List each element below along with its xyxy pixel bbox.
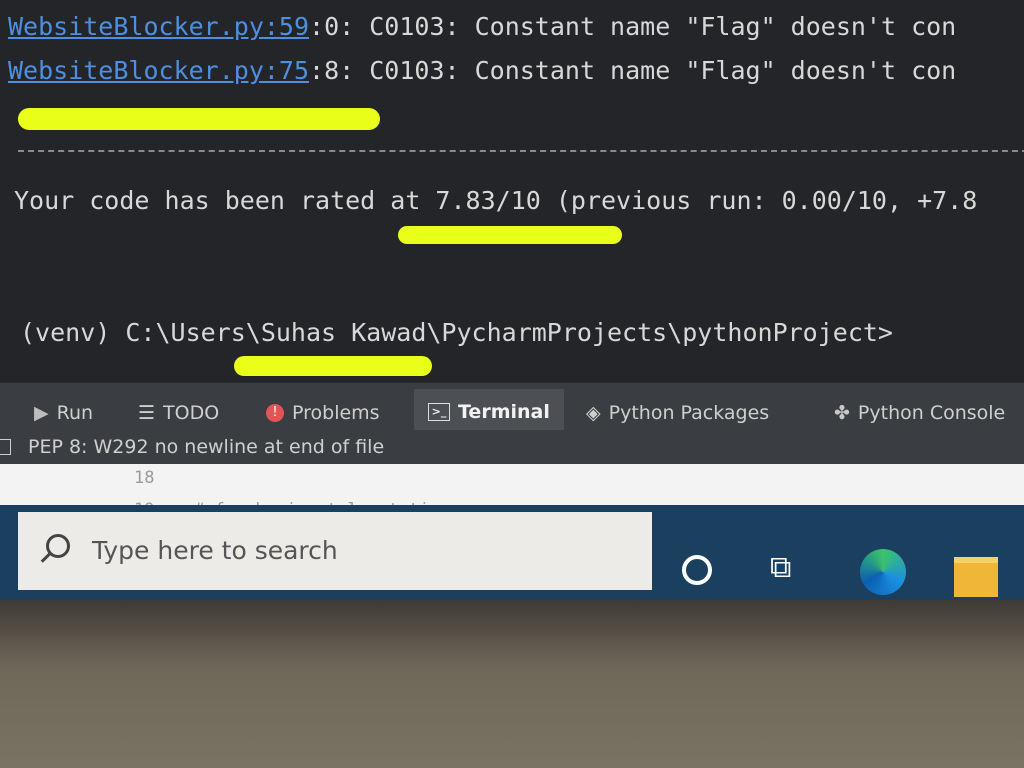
rating-line: Your code has been rated at 7.83/10 (pre… <box>14 186 978 215</box>
status-message: PEP 8: W292 no newline at end of file <box>28 436 385 458</box>
terminal-line-1: WebsiteBlocker.py:59:0: C0103: Constant … <box>8 12 956 41</box>
tab-run[interactable]: ▶ Run <box>34 395 93 431</box>
tab-problems-label: Problems <box>292 402 380 424</box>
highlight-mark-2 <box>398 226 622 244</box>
terminal-message-1: :0: C0103: Constant name "Flag" doesn't … <box>309 12 957 41</box>
tab-terminal-label: Terminal <box>458 401 550 423</box>
terminal-panel[interactable]: WebsiteBlocker.py:59:0: C0103: Constant … <box>0 0 1024 382</box>
task-view-icon[interactable]: ⧉ <box>770 553 791 583</box>
status-bar: PEP 8: W292 no newline at end of file <box>0 430 1024 464</box>
python-icon: ✤ <box>834 402 850 424</box>
tab-run-label: Run <box>56 402 94 424</box>
tab-python-packages[interactable]: ◈ Python Packages <box>586 395 769 431</box>
monitor-screen: WebsiteBlocker.py:59:0: C0103: Constant … <box>0 0 1024 600</box>
tab-python-packages-label: Python Packages <box>608 402 770 424</box>
tab-python-console-label: Python Console <box>857 402 1006 424</box>
tab-todo-label: TODO <box>163 402 220 424</box>
search-icon-handle <box>40 552 52 563</box>
file-link-line-75[interactable]: WebsiteBlocker.py:75 <box>8 56 309 85</box>
terminal-line-2: WebsiteBlocker.py:75:8: C0103: Constant … <box>8 56 956 85</box>
file-link-line-59[interactable]: WebsiteBlocker.py:59 <box>8 12 309 41</box>
terminal-message-2: :8: C0103: Constant name "Flag" doesn't … <box>309 56 957 85</box>
tab-python-console[interactable]: ✤ Python Console <box>834 395 1005 431</box>
edge-browser-icon[interactable] <box>860 549 906 595</box>
list-icon: ☰ <box>138 402 156 424</box>
highlight-mark-3 <box>234 356 432 376</box>
error-icon: ! <box>266 404 284 422</box>
monitor-bezel <box>0 600 1024 768</box>
taskbar-search-box[interactable]: Type here to search <box>18 512 652 590</box>
layers-icon: ◈ <box>586 402 601 424</box>
terminal-icon: >_ <box>428 403 450 421</box>
cortana-icon[interactable] <box>682 555 712 585</box>
tab-problems[interactable]: ! Problems <box>266 395 380 431</box>
line-number-18: 18 <box>134 468 155 488</box>
tab-todo[interactable]: ☰ TODO <box>138 395 219 431</box>
checkbox-icon <box>0 439 11 455</box>
play-icon: ▶ <box>34 402 49 424</box>
search-placeholder: Type here to search <box>92 536 338 565</box>
output-separator <box>18 150 1024 152</box>
file-explorer-icon[interactable] <box>954 557 998 597</box>
terminal-prompt[interactable]: (venv) C:\Users\Suhas Kawad\PycharmProje… <box>20 318 893 347</box>
highlight-mark-1 <box>18 108 380 130</box>
